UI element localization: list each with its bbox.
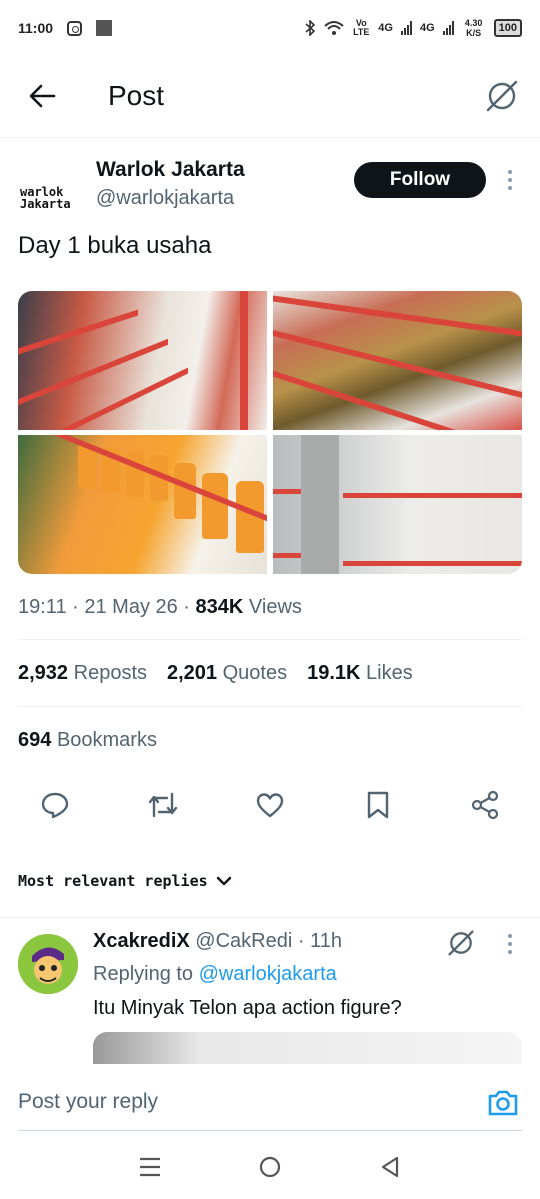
home-circle-icon — [259, 1156, 281, 1177]
grok-button[interactable] — [484, 78, 520, 114]
replying-to: Replying to @warlokjakarta — [93, 963, 337, 985]
system-nav-bar — [0, 1134, 540, 1199]
reply-more-options-icon[interactable] — [498, 932, 522, 956]
bookmark-icon — [367, 791, 388, 819]
status-time: 11:00 — [18, 20, 54, 36]
repost-icon — [148, 792, 177, 818]
reply-composer: Post your reply — [0, 1064, 540, 1134]
share-button[interactable] — [468, 788, 502, 822]
wifi-icon — [324, 21, 344, 35]
replying-to-handle[interactable]: @warlokjakarta — [199, 963, 337, 985]
bookmark-button[interactable] — [361, 788, 395, 822]
quotes-stat[interactable]: 2,201 Quotes — [167, 662, 287, 685]
arrow-left-icon — [29, 84, 56, 108]
replies-sort-dropdown[interactable]: Most relevant replies — [18, 872, 232, 890]
divider — [18, 639, 522, 640]
replies-sort-label: Most relevant replies — [18, 872, 208, 890]
back-triangle-icon — [381, 1156, 399, 1177]
heart-icon — [256, 793, 284, 818]
engagement-stats: 2,932 Reposts 2,201 Quotes 19.1K Likes — [18, 662, 413, 685]
volte-label: Vo LTE — [353, 18, 370, 37]
post-photo-4[interactable] — [273, 435, 522, 574]
signal-icon-2 — [442, 21, 454, 35]
home-button[interactable] — [254, 1151, 286, 1183]
share-icon — [471, 790, 499, 820]
camera-icon — [488, 1090, 518, 1116]
likes-stat[interactable]: 19.1K Likes — [307, 662, 413, 685]
reply-time: 11h — [310, 930, 342, 952]
bluetooth-icon — [305, 20, 316, 36]
bookmarks-stat[interactable]: 694 Bookmarks — [18, 729, 157, 752]
views-label: Views — [248, 596, 302, 618]
instagram-icon — [67, 20, 83, 36]
author-handle[interactable]: @warlokjakarta — [96, 187, 234, 210]
signal-label-2: 4G — [419, 22, 435, 34]
post-text: Day 1 buka usaha — [18, 232, 212, 259]
author-avatar[interactable]: warlok Jakarta — [20, 170, 76, 226]
grok-icon — [486, 80, 518, 112]
post-photo-2[interactable] — [273, 291, 522, 430]
avatar-logo-line2: Jakarta — [20, 197, 71, 211]
post-media-grid — [18, 291, 522, 574]
post-photo-1[interactable] — [18, 291, 267, 430]
composer-divider — [18, 1130, 522, 1131]
repost-button[interactable] — [146, 788, 180, 822]
status-bar: 11:00 Vo LTE 4G 4G 4.30 K/S 100 — [0, 0, 540, 56]
post-meta: 19:11 · 21 May 26 · 834K Views — [18, 596, 302, 618]
signal-label-1: 4G — [378, 22, 393, 34]
network-speed: 4.30 K/S — [464, 18, 483, 38]
page-title: Post — [108, 80, 165, 111]
author-name[interactable]: Warlok Jakarta — [96, 158, 245, 182]
reposts-stat[interactable]: 2,932 Reposts — [18, 662, 147, 685]
post-author: warlok Jakarta Warlok Jakarta @warlokjak… — [0, 150, 540, 220]
views-count: 834K — [195, 596, 244, 618]
reply-button[interactable] — [38, 788, 72, 822]
battery-indicator: 100 — [493, 19, 522, 37]
follow-button[interactable]: Follow — [354, 162, 486, 198]
signal-icon — [400, 21, 412, 35]
reply-header: XcakrediX @CakRedi · 11h — [93, 930, 342, 952]
reply-item[interactable]: XcakrediX @CakRedi · 11h Replying to @wa… — [0, 917, 540, 1072]
post-photo-3[interactable] — [18, 435, 267, 574]
reply-avatar[interactable] — [18, 934, 78, 994]
menu-icon — [140, 1157, 160, 1176]
reply-icon — [41, 792, 69, 819]
reply-author-handle[interactable]: @CakRedi — [195, 930, 292, 952]
post-time: 19:11 — [18, 596, 67, 618]
chevron-down-icon — [216, 876, 231, 886]
divider — [18, 706, 522, 707]
camera-button[interactable] — [486, 1086, 520, 1120]
reply-text: Itu Minyak Telon apa action figure? — [93, 997, 402, 1019]
back-button[interactable] — [26, 80, 58, 112]
recent-apps-button[interactable] — [134, 1151, 166, 1183]
like-button[interactable] — [253, 788, 287, 822]
post-action-bar — [18, 788, 522, 832]
reply-input[interactable]: Post your reply — [18, 1090, 158, 1114]
system-back-button[interactable] — [374, 1151, 406, 1183]
reply-author-name[interactable]: XcakrediX — [93, 930, 190, 952]
notification-icon — [96, 20, 113, 36]
post-date: 21 May 26 — [84, 596, 178, 618]
grok-icon — [448, 930, 474, 956]
cartoon-avatar-icon — [18, 934, 78, 994]
reply-grok-button[interactable] — [446, 928, 476, 958]
top-app-bar: Post — [0, 56, 540, 138]
more-options-icon[interactable] — [498, 168, 522, 192]
